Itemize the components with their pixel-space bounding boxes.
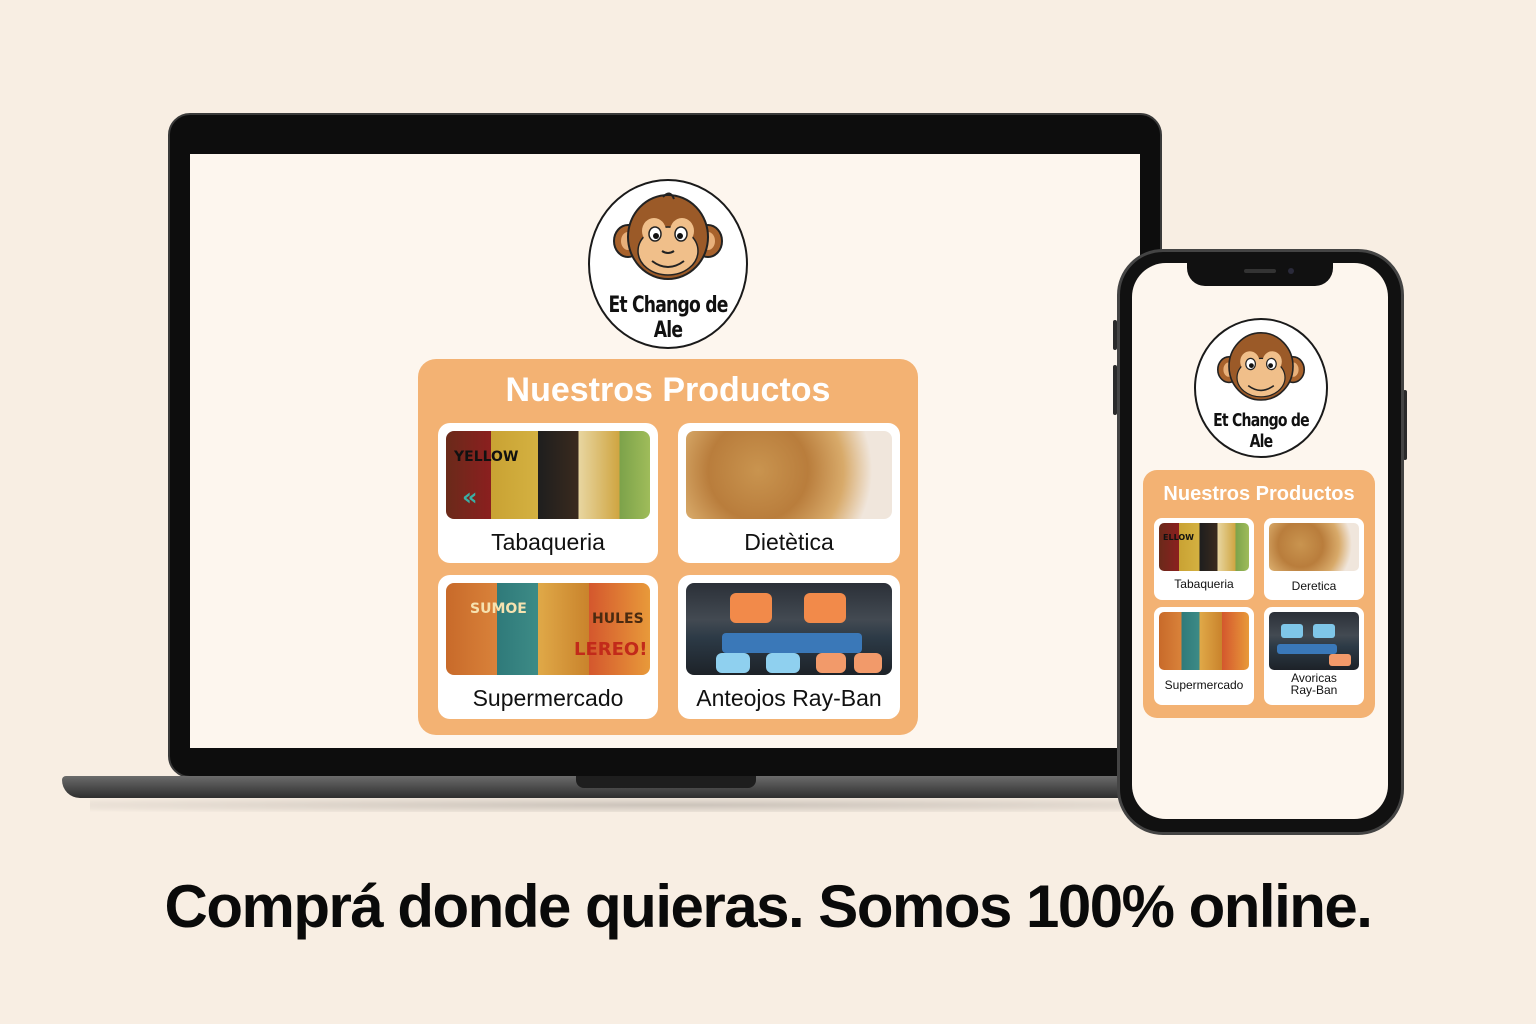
lens xyxy=(1313,624,1335,638)
product-image xyxy=(686,583,892,675)
laptop-shadow xyxy=(90,798,1250,812)
product-label: Deretica xyxy=(1291,579,1337,593)
laptop-screen: Et Chango de Ale Nuestros Productos YELL… xyxy=(190,154,1140,748)
product-label: Supermercado xyxy=(472,685,624,711)
product-image xyxy=(1159,612,1249,670)
sunglasses-icon xyxy=(1281,624,1303,638)
product-card-supermercado[interactable]: SUMOE HULES LEREO! Supermercado xyxy=(438,575,658,719)
tag-hules: HULES xyxy=(592,611,644,627)
product-image: YELLOW « xyxy=(446,431,650,519)
product-label: Supermercado xyxy=(1164,678,1244,692)
camera-icon xyxy=(1288,268,1294,274)
lens xyxy=(716,653,750,673)
product-image xyxy=(686,431,892,519)
product-card-anteojos[interactable]: Avoricas Ray-Ban xyxy=(1264,607,1364,705)
tagline: Comprá donde quieras. Somos 100% online. xyxy=(164,873,1373,940)
product-image: ELLOW xyxy=(1159,523,1249,571)
lens xyxy=(1329,654,1351,666)
product-card-tabaqueria[interactable]: ELLOW Tabaqueria xyxy=(1154,518,1254,600)
tag-lereo: LEREO! xyxy=(574,639,648,660)
monkey-icon xyxy=(613,192,723,280)
phone-screen: Et Chango de Ale Nuestros Productos ELLO… xyxy=(1132,263,1388,819)
lens xyxy=(766,653,800,673)
product-image xyxy=(1269,612,1359,670)
product-card-dietetica[interactable]: Deretica xyxy=(1264,518,1364,600)
brand-name: Et Chango de Ale xyxy=(608,293,728,343)
brand-logo[interactable]: Et Chango de Ale xyxy=(588,179,748,349)
phone-notch xyxy=(1187,262,1333,286)
product-label: Tabaqueria xyxy=(1174,577,1234,591)
brand-logo[interactable]: Et Chango de Ale xyxy=(1194,318,1328,458)
lens xyxy=(804,593,846,623)
monkey-icon xyxy=(1217,332,1305,401)
product-image: SUMOE HULES LEREO! xyxy=(446,583,650,675)
brand-name: Et Chango de Ale xyxy=(1213,410,1310,452)
product-card-supermercado[interactable]: Supermercado xyxy=(1154,607,1254,705)
product-label: Dietètica xyxy=(744,529,834,555)
product-label: Anteojos Ray-Ban xyxy=(696,685,882,711)
lens xyxy=(854,653,882,673)
tag-yellow: YELLOW xyxy=(454,449,519,465)
product-card-tabaqueria[interactable]: YELLOW « Tabaqueria xyxy=(438,423,658,563)
products-panel: Nuestros Productos YELLOW « Tabaqueria D… xyxy=(418,359,918,735)
lens xyxy=(722,633,862,653)
products-panel: Nuestros Productos ELLOW Tabaqueria Dere… xyxy=(1143,470,1375,718)
lens xyxy=(816,653,846,673)
product-image xyxy=(1269,523,1359,571)
product-card-anteojos[interactable]: Anteojos Ray-Ban xyxy=(678,575,900,719)
section-title: Nuestros Productos xyxy=(1163,483,1355,505)
product-label: Tabaqueria xyxy=(491,529,605,555)
phone-speaker xyxy=(1244,269,1276,273)
sunglasses-icon xyxy=(730,593,772,623)
chevron-icon: « xyxy=(462,483,478,511)
product-card-dietetica[interactable]: Dietètica xyxy=(678,423,900,563)
section-title: Nuestros Productos xyxy=(505,371,831,409)
laptop-trackpad-notch xyxy=(576,776,756,788)
tag-yellow: ELLOW xyxy=(1163,533,1194,542)
lens xyxy=(1277,644,1337,654)
product-label: Avoricas Ray-Ban xyxy=(1290,671,1338,697)
tag-sumoe: SUMOE xyxy=(470,601,527,617)
